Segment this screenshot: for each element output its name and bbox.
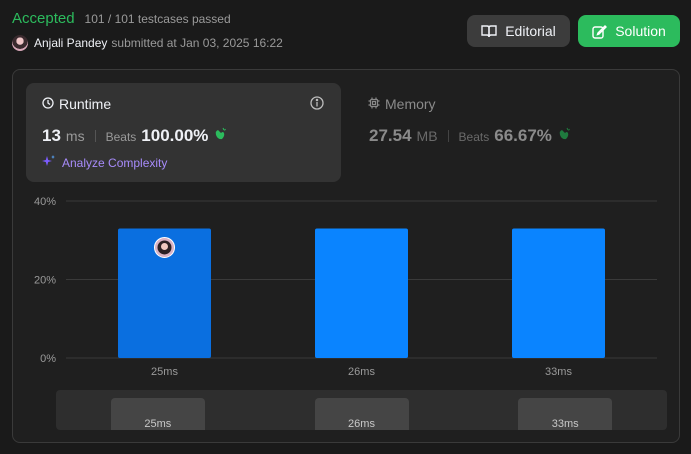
chart-range-navigator[interactable]: 25ms 26ms 33ms: [56, 390, 667, 430]
testcases-summary: 101 / 101 testcases passed: [84, 12, 231, 26]
chart-bar[interactable]: [315, 228, 408, 358]
solution-button[interactable]: Solution: [578, 15, 680, 47]
runtime-distribution-chart: 0% 20% 40% 25ms 26ms 33ms: [34, 196, 657, 378]
solution-label: Solution: [615, 23, 666, 39]
performance-panel: Runtime 13 ms Beats 100.00% Analyze Comp…: [12, 69, 680, 443]
y-tick-label: 0%: [40, 353, 56, 365]
navigator-label: 26ms: [348, 418, 375, 430]
x-tick-label: 25ms: [151, 366, 178, 378]
x-tick-label: 26ms: [348, 366, 375, 378]
username-link[interactable]: Anjali Pandey: [34, 36, 107, 50]
y-tick-label: 20%: [34, 275, 56, 287]
submitted-time: submitted at Jan 03, 2025 16:22: [111, 36, 283, 50]
navigator-label: 25ms: [144, 418, 172, 430]
navigator-label: 33ms: [551, 418, 579, 430]
chart-bar[interactable]: [512, 228, 605, 358]
user-avatar-marker: [154, 236, 175, 258]
y-tick-label: 40%: [34, 196, 56, 208]
status-label: Accepted: [12, 10, 75, 27]
editorial-button[interactable]: Editorial: [467, 15, 570, 47]
x-tick-label: 33ms: [545, 366, 572, 378]
avatar-marker-face: [161, 242, 168, 250]
edit-icon: [592, 24, 608, 39]
editorial-label: Editorial: [505, 23, 556, 39]
book-icon: [481, 24, 497, 38]
avatar[interactable]: [12, 35, 28, 51]
